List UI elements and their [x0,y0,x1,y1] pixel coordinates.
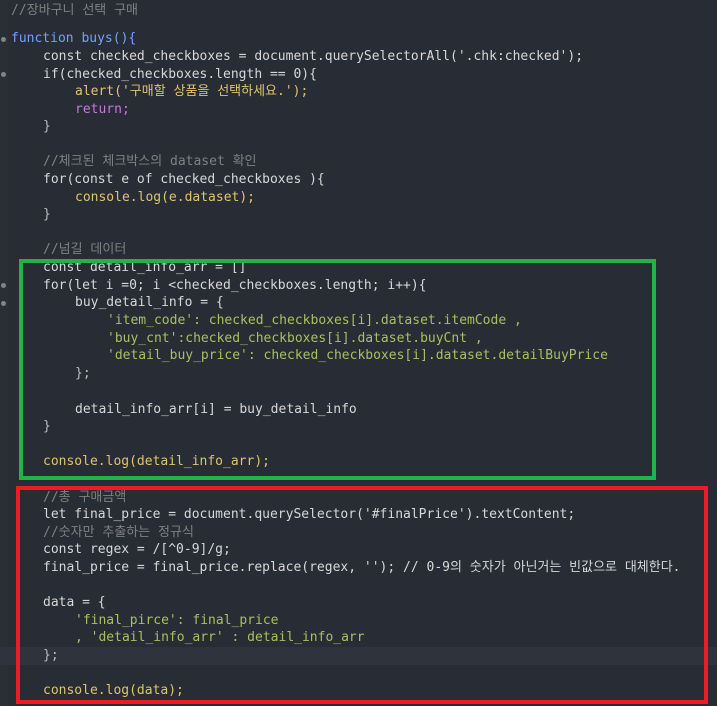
code-line: let final_price = document.querySelector… [43,507,576,522]
code-line: //체크된 체크박스의 dataset 확인 [43,154,257,169]
code-line: //숫자만 추출하는 정규식 [43,525,194,540]
code-line: const regex = /[^0-9]/g; [43,542,231,557]
code-line: buy_detail_info = { [75,295,224,310]
code-editor[interactable]: //장바구니 선택 구매 function buys(){ const chec… [0,0,717,706]
code-line: final_price = final_price.replace(regex,… [43,560,681,575]
code-line: data = { [43,595,106,610]
code-line: 'item_code': checked_checkboxes[i].datas… [107,313,522,328]
code-line: //넘길 데이터 [43,242,127,257]
code-line: detail_info_arr[i] = buy_detail_info [75,402,357,417]
code-line: function buys(){ [11,31,137,46]
code-line: const detail_info_arr = [] [43,260,247,275]
code-line: //장바구니 선택 구매 [11,3,138,18]
code-line: 'buy_cnt':checked_checkboxes[i].dataset.… [107,331,483,346]
code-line: console.log(detail_info_arr); [43,454,270,469]
code-line: , 'detail_info_arr' : detail_info_arr [75,630,365,645]
code-line: } [43,207,51,222]
code-line: alert('구매할 상품을 선택하세요.'); [75,84,309,99]
code-line: } [43,419,51,434]
code-line: return; [75,102,130,117]
code-line: 'final_pirce': final_price [75,613,279,628]
code-line: const checked_checkboxes = document.quer… [43,49,584,64]
code-line: for(let i =0; i <checked_checkboxes.leng… [43,278,427,293]
code-line: } [43,119,51,134]
code-line: console.log(e.dataset); [75,190,256,205]
code-line: for(const e of checked_checkboxes ){ [43,172,325,187]
code-line: if(checked_checkboxes.length == 0){ [43,67,317,82]
code-line: //총 구매금액 [43,490,127,505]
code-line: console.log(data); [43,683,184,698]
code-line: }; [75,366,91,381]
code-line-current: }; [0,647,717,665]
code-line: 'detail_buy_price': checked_checkboxes[i… [107,348,608,363]
